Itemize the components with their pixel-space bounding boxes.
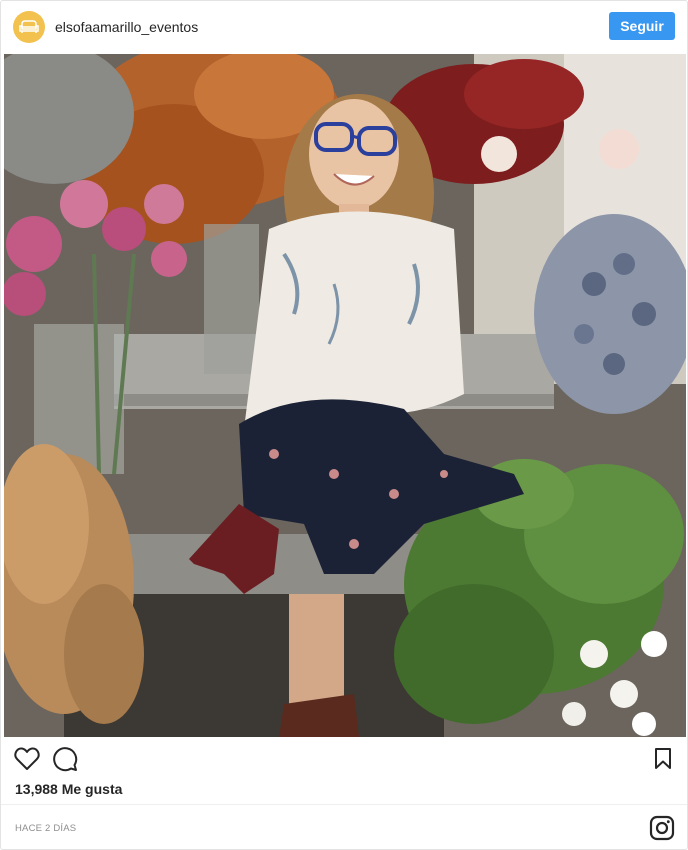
heart-icon bbox=[14, 747, 40, 770]
instagram-logo-link[interactable] bbox=[649, 815, 675, 841]
bookmark-icon bbox=[655, 748, 671, 769]
instagram-icon bbox=[649, 815, 675, 841]
username-link[interactable]: elsofaamarillo_eventos bbox=[55, 19, 198, 35]
comment-button[interactable] bbox=[51, 745, 79, 773]
yellow-sofa-icon bbox=[19, 20, 39, 33]
like-button[interactable] bbox=[13, 745, 41, 773]
post-timestamp: HACE 2 DÍAS bbox=[15, 823, 77, 834]
post-photo[interactable] bbox=[4, 54, 686, 737]
action-bar bbox=[1, 741, 687, 777]
avatar[interactable] bbox=[13, 11, 45, 43]
follow-button[interactable]: Seguir bbox=[609, 12, 675, 40]
likes-count[interactable]: 13,988 Me gusta bbox=[15, 781, 122, 797]
comment-icon bbox=[53, 747, 78, 772]
save-button[interactable] bbox=[651, 745, 675, 773]
instagram-post: elsofaamarillo_eventos Seguir 13,988 Me … bbox=[0, 0, 688, 850]
divider bbox=[1, 804, 687, 805]
post-header: elsofaamarillo_eventos Seguir bbox=[1, 1, 687, 53]
